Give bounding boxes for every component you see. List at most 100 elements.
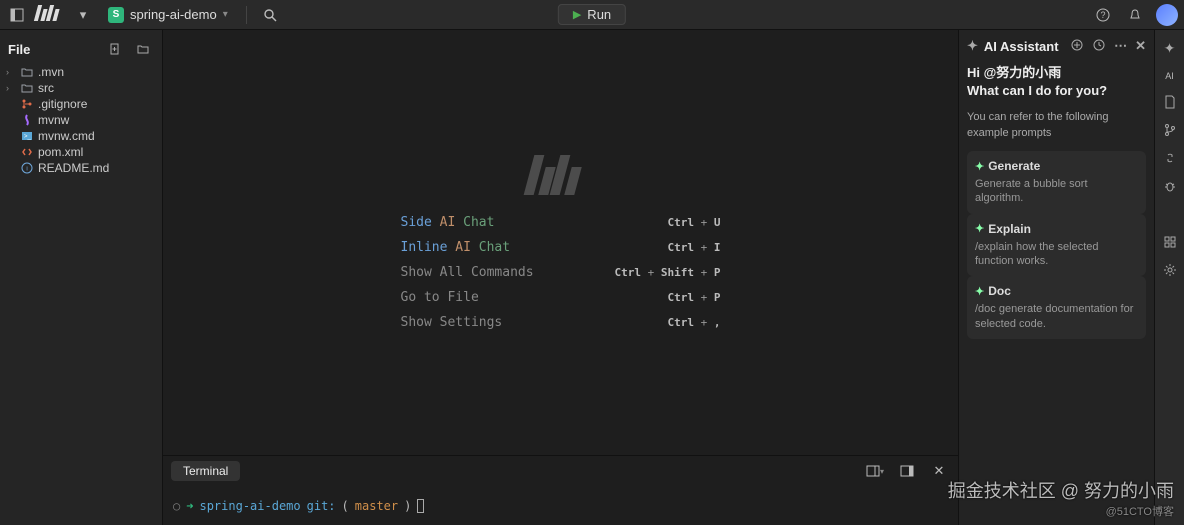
shortcut-keys: Ctrl + I <box>668 241 721 254</box>
ai-subtext: You can refer to the following example p… <box>967 110 1146 141</box>
gear-icon[interactable] <box>1163 263 1177 277</box>
tree-node-label: README.md <box>38 161 109 175</box>
more-icon[interactable]: ⋯ <box>1114 38 1127 54</box>
close-icon[interactable]: ✕ <box>1135 38 1146 54</box>
history-icon[interactable] <box>1092 38 1106 54</box>
card-desc: /doc generate documentation for selected… <box>975 302 1138 331</box>
terminal-body[interactable]: ○ ➜ spring-ai-demo git:(master) <box>163 486 958 525</box>
svg-text:?: ? <box>1100 10 1105 20</box>
git-icon <box>20 97 34 111</box>
shortcut-label: Inline AI Chat <box>401 240 511 255</box>
md-icon: i <box>20 161 34 175</box>
help-icon[interactable]: ? <box>1092 4 1114 26</box>
tree-node[interactable]: >_ mvnw.cmd <box>4 128 158 144</box>
prompt-arrow-icon: ➜ <box>186 499 193 513</box>
project-selector[interactable]: S spring-ai-demo ▾ <box>102 5 234 25</box>
xml-icon <box>20 145 34 159</box>
ai-prompt-card[interactable]: ✦ Generate Generate a bubble sort algorith… <box>967 151 1146 214</box>
shortcut-keys: Ctrl + U <box>668 216 721 229</box>
shortcut-row: Inline AI Chat Ctrl + I <box>401 240 721 255</box>
shortcut-row: Show All Commands Ctrl + Shift + P <box>401 265 721 280</box>
sparkle-icon: ✦ <box>967 38 978 54</box>
shortcut-row: Side AI Chat Ctrl + U <box>401 215 721 230</box>
watermark: 掘金技术社区 @ 努力的小雨 @51CTO博客 <box>948 477 1174 519</box>
search-icon[interactable] <box>259 4 281 26</box>
sparkle-icon: ✦ <box>975 160 984 173</box>
shortcut-keys: Ctrl + P <box>668 291 721 304</box>
sidebar-toggle-icon[interactable] <box>6 4 28 26</box>
branch-icon[interactable] <box>1163 123 1177 137</box>
ai-greeting: Hi @努力的小雨 What can I do for you? <box>967 64 1146 100</box>
ai-panel-title: AI Assistant <box>984 39 1059 54</box>
cmd-icon: >_ <box>20 129 34 143</box>
app-logo-icon <box>36 5 64 25</box>
shortcut-label: Show Settings <box>401 315 503 330</box>
tree-node-label: pom.xml <box>38 145 83 159</box>
project-icon: S <box>108 7 124 23</box>
svg-text:>_: >_ <box>24 134 32 140</box>
new-file-icon[interactable] <box>104 38 126 60</box>
new-folder-icon[interactable] <box>132 38 154 60</box>
folder-icon <box>20 65 34 79</box>
shortcut-label: Go to File <box>401 290 479 305</box>
sparkle-icon: ✦ <box>975 285 984 298</box>
tree-node-label: mvnw.cmd <box>38 129 95 143</box>
chevron-down-icon[interactable]: ▾ <box>72 4 94 26</box>
prompt-path: spring-ai-demo <box>199 499 300 513</box>
tree-node-label: mvnw <box>38 113 69 127</box>
tree-node-label: src <box>38 81 54 95</box>
run-button[interactable]: ▶ Run <box>558 4 626 25</box>
play-icon: ▶ <box>573 8 581 21</box>
tree-node-label: .mvn <box>38 65 64 79</box>
shortcut-keys: Ctrl + , <box>668 316 721 329</box>
file-panel-title: File <box>8 42 30 57</box>
shortcut-label: Side AI Chat <box>401 215 495 230</box>
ai-prompt-card[interactable]: ✦ Explain/explain how the selected functi… <box>967 214 1146 277</box>
tree-node[interactable]: pom.xml <box>4 144 158 160</box>
layout-split-icon[interactable]: ▾ <box>864 460 886 482</box>
prompt-branch: master <box>355 499 398 513</box>
shortcut-label: Show All Commands <box>401 265 534 280</box>
tree-node[interactable]: › src <box>4 80 158 96</box>
shortcut-row: Go to File Ctrl + P <box>401 290 721 305</box>
run-label: Run <box>587 7 611 22</box>
card-title: Explain <box>988 222 1031 236</box>
project-name: spring-ai-demo <box>130 7 217 22</box>
tree-node[interactable]: .gitignore <box>4 96 158 112</box>
tree-node[interactable]: i README.md <box>4 160 158 176</box>
tree-node-label: .gitignore <box>38 97 87 111</box>
file-icon[interactable] <box>1163 95 1177 109</box>
link-icon[interactable] <box>1163 151 1177 165</box>
cursor <box>417 499 424 513</box>
bug-icon[interactable] <box>1163 179 1177 193</box>
tab-terminal[interactable]: Terminal <box>171 461 240 481</box>
avatar[interactable] <box>1156 4 1178 26</box>
card-title: Doc <box>988 284 1011 298</box>
shortcut-row: Show Settings Ctrl + , <box>401 315 721 330</box>
folder-icon <box>20 81 34 95</box>
tree-node[interactable]: mvnw <box>4 112 158 128</box>
card-title: Generate <box>988 159 1040 173</box>
shortcut-keys: Ctrl + Shift + P <box>615 266 721 279</box>
grid-icon[interactable] <box>1163 235 1177 249</box>
rail-ai-label: AI <box>1165 71 1174 81</box>
prompt-git: git: <box>307 499 336 513</box>
sparkle-icon[interactable]: ✦ <box>1164 40 1176 57</box>
ai-prompt-card[interactable]: ✦ Doc/doc generate documentation for sele… <box>967 276 1146 339</box>
panel-toggle-icon[interactable] <box>896 460 918 482</box>
chevron-right-icon: › <box>6 67 16 77</box>
divider <box>246 6 247 24</box>
tree-node[interactable]: › .mvn <box>4 64 158 80</box>
card-desc: Generate a bubble sort algorithm. <box>975 177 1138 206</box>
bell-icon[interactable] <box>1124 4 1146 26</box>
svg-text:i: i <box>26 167 27 173</box>
mvn-icon <box>20 113 34 127</box>
status-dot-icon: ○ <box>173 499 180 513</box>
close-icon[interactable]: ✕ <box>928 460 950 482</box>
new-chat-icon[interactable] <box>1070 38 1084 54</box>
chevron-down-icon: ▾ <box>223 9 228 20</box>
chevron-right-icon: › <box>6 83 16 93</box>
app-logo-large-icon <box>529 155 593 195</box>
card-desc: /explain how the selected function works… <box>975 240 1138 269</box>
sparkle-icon: ✦ <box>975 222 984 235</box>
